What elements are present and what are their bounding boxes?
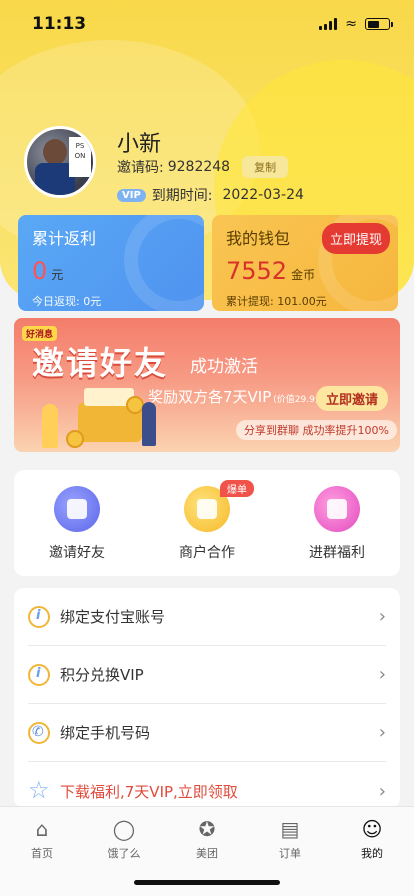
vip-badge: VIP — [117, 188, 146, 202]
today-cashback: 今日返现: 0元 — [32, 295, 102, 308]
tab-label: 我的 — [361, 847, 383, 860]
wallet-coins: 7552 — [226, 257, 288, 285]
tab-home[interactable]: ⌂ 首页 — [12, 817, 72, 861]
status-icons: ≈ — [319, 16, 393, 32]
avatar[interactable]: PS ON — [24, 126, 96, 198]
banner-reward: 奖励双方各7天VIP (价值29.9元) — [148, 388, 328, 406]
tab-label: 美团 — [196, 847, 218, 860]
list-item-download-bonus[interactable]: 下载福利,7天VIP,立即领取 › — [28, 762, 386, 808]
invite-code-value: 9282248 — [167, 159, 231, 175]
phone-icon — [28, 721, 50, 744]
tab-profile[interactable]: ☺ 我的 — [342, 817, 402, 861]
cellular-signal-icon — [319, 18, 338, 30]
expire-date: 2022-03-24 — [222, 187, 304, 203]
quick-label: 进群福利 — [309, 545, 365, 561]
wallet-value-row: 7552 金币 — [226, 257, 315, 285]
list-item-bind-phone[interactable]: 绑定手机号码 › — [28, 704, 386, 762]
rebate-title: 累计返利 — [32, 229, 97, 248]
tab-meituan[interactable]: ✪ 美团 — [177, 817, 237, 861]
quick-label: 邀请好友 — [49, 545, 105, 561]
tab-order[interactable]: ▤ 订单 — [260, 817, 320, 861]
person-illustration — [142, 402, 156, 446]
list-item-bind-alipay[interactable]: 绑定支付宝账号 › — [28, 588, 386, 646]
chevron-right-icon: › — [378, 722, 386, 743]
eleme-icon: ◯ — [112, 817, 136, 841]
battery-icon — [365, 18, 393, 30]
share-hint: 分享到群聊 成功率提升100% — [236, 420, 397, 440]
invite-friends-icon — [54, 486, 100, 532]
expire-label: 到期时间: — [151, 188, 213, 204]
wifi-icon: ≈ — [345, 16, 357, 32]
hot-badge: 爆单 — [220, 480, 254, 497]
status-bar: 11:13 ≈ — [0, 0, 414, 48]
status-time: 11:13 — [32, 14, 87, 34]
quick-invite-friends[interactable]: 邀请好友 — [22, 486, 132, 562]
order-icon: ▤ — [280, 817, 300, 841]
list-item-points-vip[interactable]: 积分兑换VIP › — [28, 646, 386, 704]
wallet-card[interactable]: 我的钱包 立即提现 7552 金币 累计提现: 101.00元 — [212, 215, 398, 311]
person-illustration — [42, 404, 58, 448]
quick-label: 商户合作 — [179, 545, 235, 561]
total-withdrawn: 累计提现: 101.00元 — [226, 295, 327, 308]
list-label: 绑定手机号码 — [60, 724, 151, 742]
profile-icon: ☺ — [361, 817, 383, 841]
tab-eleme[interactable]: ◯ 饿了么 — [94, 817, 154, 861]
banner-subtitle: 成功激活 — [190, 357, 258, 377]
rebate-value-row: 0元 — [32, 257, 63, 285]
list-label: 绑定支付宝账号 — [60, 608, 166, 626]
list-label: 下载福利,7天VIP,立即领取 — [60, 782, 238, 801]
home-icon: ⌂ — [35, 817, 49, 841]
wallet-unit: 金币 — [291, 268, 316, 282]
tab-label: 饿了么 — [107, 847, 141, 860]
rebate-value: 0 — [32, 257, 48, 285]
invite-now-button[interactable]: 立即邀请 — [316, 386, 389, 411]
info-icon — [28, 605, 50, 628]
meituan-icon: ✪ — [198, 817, 216, 841]
info-icon — [28, 663, 50, 686]
copy-button[interactable]: 复制 — [242, 156, 289, 178]
banner-title: 邀请好友 — [32, 344, 169, 382]
quick-actions-panel: 邀请好友 商户合作 爆单 进群福利 — [14, 470, 400, 576]
username: 小新 — [117, 132, 162, 157]
invite-banner[interactable]: 好消息 邀请好友 成功激活 奖励双方各7天VIP (价值29.9元) 立即邀请 分… — [14, 318, 400, 452]
vip-expire-row: VIP 到期时间: 2022-03-24 — [117, 185, 304, 205]
coin-illustration — [66, 430, 84, 448]
list-label: 积分兑换VIP — [60, 666, 144, 684]
quick-merchant[interactable]: 商户合作 — [152, 486, 262, 562]
rebate-unit: 元 — [51, 268, 64, 282]
star-icon — [28, 776, 50, 804]
invite-code-row: 邀请码: 9282248 复制 — [117, 156, 289, 178]
settings-list: 绑定支付宝账号 › 积分兑换VIP › 绑定手机号码 › 下载福利,7天VIP,… — [14, 588, 400, 808]
chevron-right-icon: › — [378, 780, 386, 802]
avatar-sign: PS ON — [69, 137, 91, 177]
withdraw-button[interactable]: 立即提现 — [321, 223, 390, 254]
chevron-right-icon: › — [378, 664, 386, 685]
group-gift-icon — [314, 486, 360, 532]
wallet-title: 我的钱包 — [226, 229, 291, 248]
tab-label: 首页 — [31, 847, 53, 860]
invite-code-label: 邀请码: — [117, 160, 164, 176]
chevron-right-icon: › — [378, 606, 386, 627]
home-indicator — [134, 880, 280, 885]
card-decoration — [124, 215, 204, 311]
tab-label: 订单 — [279, 847, 301, 860]
rebate-card[interactable]: 累计返利 0元 今日返现: 0元 — [18, 215, 204, 311]
quick-group-gift[interactable]: 进群福利 — [282, 486, 392, 562]
